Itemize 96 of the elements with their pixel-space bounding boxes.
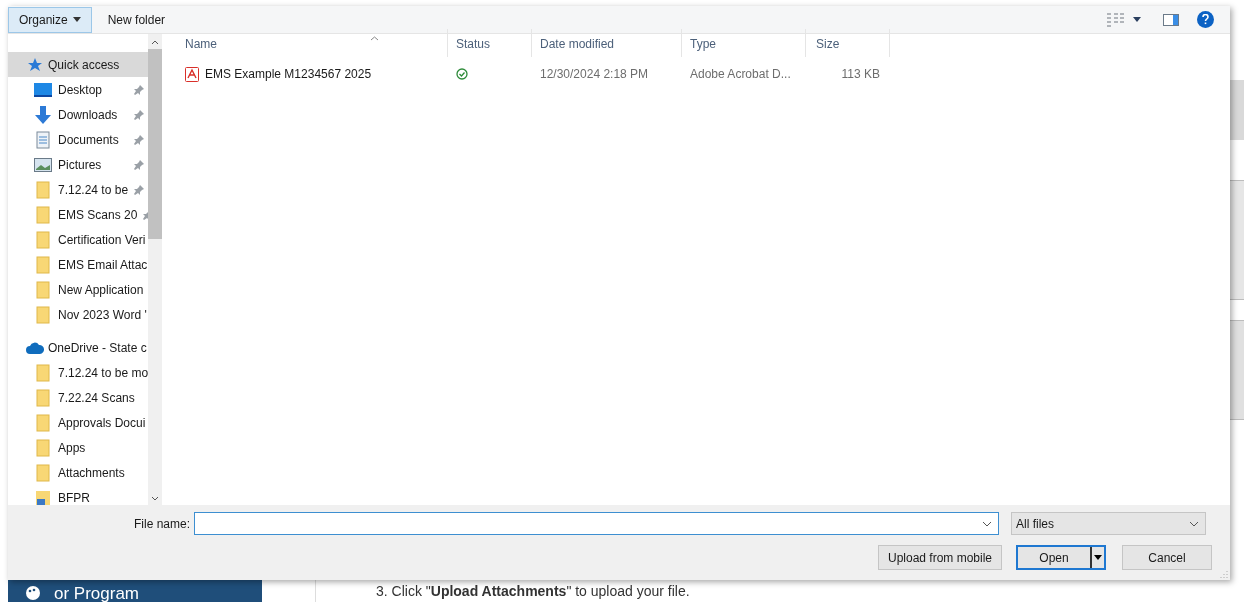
dropdown-chevron-icon xyxy=(982,520,992,527)
scrollbar-thumb[interactable] xyxy=(148,49,162,239)
navigation-item-label: Attachments xyxy=(58,464,125,482)
navigation-item[interactable]: Nov 2023 Word ' xyxy=(8,302,148,327)
scroll-down-icon xyxy=(151,496,159,501)
help-button[interactable] xyxy=(1197,11,1214,28)
pin-icon xyxy=(134,134,144,145)
open-button[interactable]: Open xyxy=(1016,545,1106,570)
file-name-label: File name: xyxy=(132,515,191,533)
dropdown-chevron-icon xyxy=(1189,520,1199,527)
column-header[interactable]: Status xyxy=(448,29,532,57)
details-view-icon xyxy=(1107,12,1125,27)
navigation-item[interactable]: Documents xyxy=(8,127,148,152)
navigation-item-label: 7.12.24 to be xyxy=(58,181,129,199)
cloud-icon xyxy=(26,341,44,354)
navigation-item-label: Approvals Docui xyxy=(58,414,146,432)
pin-icon xyxy=(134,109,144,120)
navigation-item-label: Documents xyxy=(58,131,119,149)
column-header[interactable]: Type xyxy=(682,29,806,57)
star-icon xyxy=(27,56,43,73)
pictures-icon xyxy=(34,157,52,172)
navigation-item-label: Downloads xyxy=(58,106,118,124)
navigation-item[interactable]: BFPR xyxy=(8,485,148,505)
navigation-item[interactable]: Certification Veri xyxy=(8,227,148,252)
navigation-item[interactable]: OneDrive - State c xyxy=(8,335,148,360)
file-name-text: EMS Example M1234567 2025 xyxy=(205,66,372,83)
navigation-item[interactable]: 7.22.24 Scans xyxy=(8,385,148,410)
folder-icon xyxy=(36,363,50,382)
pin-icon xyxy=(134,84,144,95)
file-type-dropdown[interactable]: All files xyxy=(1011,512,1206,535)
navigation-item[interactable]: 7.12.24 to be xyxy=(8,177,148,202)
file-size-text: 113 KB xyxy=(841,66,880,83)
folder-icon xyxy=(36,280,50,299)
navigation-item[interactable]: New Application xyxy=(8,277,148,302)
organize-button[interactable]: Organize xyxy=(8,6,92,33)
navigation-item-label: EMS Scans 20 xyxy=(58,206,138,224)
dialog-button[interactable]: Cancel xyxy=(1122,545,1212,570)
download-arrow-icon xyxy=(35,105,51,124)
resize-grip-icon xyxy=(1220,570,1228,578)
folder-icon xyxy=(36,180,50,199)
sort-ascending-icon xyxy=(370,36,379,41)
navigation-item[interactable]: Downloads xyxy=(8,102,148,127)
view-options-button[interactable] xyxy=(1107,12,1141,27)
scroll-up-icon xyxy=(151,40,159,45)
navigation-item[interactable]: Apps xyxy=(8,435,148,460)
navigation-item[interactable]: EMS Email Attac xyxy=(8,252,148,277)
caret-icon xyxy=(1133,17,1141,22)
navigation-item-label: 7.22.24 Scans xyxy=(58,389,135,407)
page-background-panel xyxy=(1230,80,1244,140)
navigation-item-label: Quick access xyxy=(48,56,120,74)
folder-icon xyxy=(36,438,50,457)
navigation-item-label: Certification Veri xyxy=(58,231,146,249)
document-icon xyxy=(36,130,50,149)
navigation-item[interactable]: EMS Scans 20 xyxy=(8,202,148,227)
pdf-file-icon xyxy=(185,66,199,82)
caret-icon xyxy=(72,17,81,22)
folder-icon xyxy=(36,205,50,224)
navigation-item-label: Apps xyxy=(58,439,86,457)
navigation-item-label: 7.12.24 to be mo xyxy=(58,364,148,382)
navigation-item-label: New Application xyxy=(58,281,144,299)
navigation-item[interactable]: Desktop xyxy=(8,77,148,102)
navigation-item[interactable]: Quick access xyxy=(8,52,148,77)
folder-icon xyxy=(36,230,50,249)
folder-icon xyxy=(36,305,50,324)
instruction-text: 3. Click "Upload Attachments" to upload your file. xyxy=(376,583,690,599)
folder-icon xyxy=(36,463,50,482)
navigation-item-label: BFPR xyxy=(58,489,90,505)
column-header[interactable]: Size xyxy=(806,29,890,57)
navigation-item-label: OneDrive - State c xyxy=(48,339,147,357)
navigation-item-label: Nov 2023 Word ' xyxy=(58,306,147,324)
column-header[interactable]: Date modified xyxy=(532,29,682,57)
pin-icon xyxy=(134,184,145,195)
file-type-text: Adobe Acrobat D... xyxy=(690,67,791,81)
folder-icon xyxy=(36,388,50,407)
navigation-item-label: Pictures xyxy=(58,156,102,174)
folder-icon xyxy=(36,255,50,274)
navigation-item[interactable]: Attachments xyxy=(8,460,148,485)
desktop-icon xyxy=(34,82,52,97)
preview-pane-icon xyxy=(1163,13,1179,26)
preview-pane-button[interactable] xyxy=(1163,13,1179,26)
question-mark-icon xyxy=(1202,14,1209,25)
shared-folder-icon xyxy=(35,489,51,505)
navigation-item[interactable]: Pictures xyxy=(8,152,148,177)
file-row[interactable]: EMS Example M1234567 2025 12/30/2024 2:18 PM Adobe Acrobat D... 113 KB xyxy=(162,62,1230,86)
caret-icon xyxy=(1094,555,1102,560)
navigation-item-label: EMS Email Attac xyxy=(58,256,148,274)
dialog-button[interactable]: Upload from mobile xyxy=(878,545,1002,570)
pin-icon xyxy=(134,159,144,170)
date-modified-text: 12/30/2024 2:18 PM xyxy=(540,67,649,81)
navigation-item[interactable]: 7.12.24 to be mo xyxy=(8,360,148,385)
navigation-item-label: Desktop xyxy=(58,81,103,99)
folder-icon xyxy=(36,413,50,432)
file-name-field[interactable] xyxy=(194,512,999,535)
column-header[interactable]: Name xyxy=(162,29,448,57)
sidebar-link-text[interactable]: or Program xyxy=(54,584,140,602)
navigation-item[interactable]: Approvals Docui xyxy=(8,410,148,435)
